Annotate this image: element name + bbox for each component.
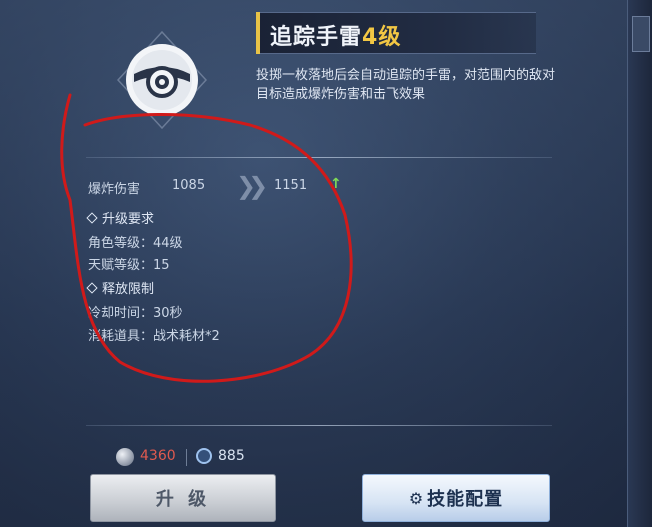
diamond-icon — [86, 212, 98, 224]
skill-description: 投掷一枚落地后会自动追踪的手雷，对范围内的敌对目标造成爆炸伤害和击飞效果 — [256, 68, 556, 102]
gem-icon — [196, 448, 212, 464]
coin-icon — [116, 448, 134, 466]
skill-config-label: 技能配置 — [427, 489, 504, 510]
coin-amount: 4360 — [140, 448, 176, 464]
limits-heading-text: 释放限制 — [102, 282, 155, 297]
skill-level: 4级 — [362, 25, 402, 50]
skill-title-bar: 追踪手雷4级 — [256, 12, 536, 54]
limits-heading: 释放限制 — [86, 278, 155, 297]
stat-label: 爆炸伤害 — [88, 182, 141, 197]
gem-amount: 885 — [218, 448, 245, 464]
role-level-requirement: 角色等级：44级 — [88, 236, 183, 251]
double-chevron-right-icon: ❯❯ — [236, 172, 268, 200]
requirements-heading-text: 升级要求 — [102, 212, 155, 227]
currency-divider — [186, 449, 187, 466]
side-tab[interactable] — [632, 16, 650, 52]
upgrade-button-label: 升 级 — [155, 489, 211, 510]
consume-limit: 消耗道具：战术耗材*2 — [88, 329, 220, 344]
talent-level-requirement: 天赋等级：15 — [88, 258, 170, 273]
side-strip — [627, 0, 652, 527]
arrow-up-icon: ↑ — [330, 176, 342, 192]
skill-config-button[interactable]: ⚙ 技能配置 — [362, 474, 550, 522]
stat-next: 1151 — [274, 178, 308, 193]
upgrade-button[interactable]: 升 级 — [90, 474, 276, 522]
skill-title: 追踪手雷4级 — [270, 19, 401, 51]
title-accent — [256, 12, 260, 54]
gear-icon: ⚙ — [408, 488, 425, 508]
stat-current: 1085 — [172, 178, 206, 193]
skill-name: 追踪手雷 — [270, 25, 363, 50]
grenade-icon — [112, 30, 212, 130]
cooldown-limit: 冷却时间：30秒 — [88, 306, 183, 321]
divider-bottom — [86, 425, 552, 426]
requirements-heading: 升级要求 — [86, 208, 155, 227]
diamond-icon — [86, 282, 98, 294]
divider-top — [86, 157, 552, 158]
